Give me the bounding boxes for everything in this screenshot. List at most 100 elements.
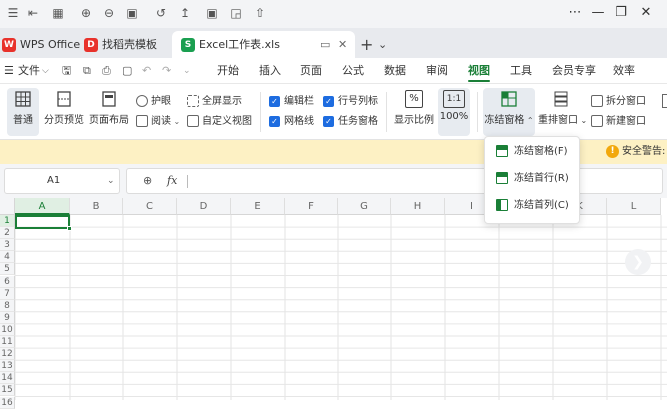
reading-mode-button[interactable]: 阅读 ⌄ — [136, 113, 180, 131]
zoom-100-button[interactable]: 1:1 100% — [438, 88, 470, 136]
row-header-6[interactable]: 6 — [0, 275, 15, 288]
menu-hamburger-icon[interactable]: ☰ — [4, 58, 14, 84]
freeze-first-row-option[interactable]: 冻结首行(R) — [485, 166, 581, 192]
row-header-13[interactable]: 13 — [0, 360, 15, 373]
formula-input[interactable]: ⊕ fx — [126, 168, 663, 194]
task-pane-checkbox[interactable]: ✓ 任务窗格 — [323, 113, 378, 131]
tab-wps-office[interactable]: W WPS Office — [2, 31, 80, 58]
menu-item-insert[interactable]: 插入 — [259, 58, 281, 84]
arrange-windows-button[interactable]: 重排窗口 ⌄ — [538, 88, 587, 136]
edit-bar-checkbox[interactable]: ✓ 编辑栏 — [269, 93, 314, 111]
fill-handle[interactable] — [67, 226, 72, 231]
zoom-out-icon[interactable]: ⊖ — [101, 5, 117, 21]
tab-screen-icon[interactable]: ▭ — [320, 31, 330, 58]
column-header-e[interactable]: E — [231, 198, 285, 215]
screen-icon[interactable]: ▣ — [124, 5, 140, 21]
apps-grid-icon[interactable]: ▦ — [50, 5, 66, 21]
minimize-icon[interactable]: — — [589, 4, 607, 22]
column-header-h[interactable]: H — [391, 198, 445, 215]
fullscreen-button[interactable]: 全屏显示 — [187, 93, 242, 111]
tab-close-icon[interactable]: ✕ — [338, 31, 347, 58]
column-header-c[interactable]: C — [123, 198, 177, 215]
redo-icon[interactable]: ↷ — [162, 58, 171, 84]
menu-item-tools[interactable]: 工具 — [510, 58, 532, 84]
fx-insert-function-icon[interactable]: fx — [167, 169, 177, 193]
menu-item-efficiency[interactable]: 效率 — [613, 58, 635, 84]
quick-access-dropdown-icon[interactable]: ⌄ — [183, 58, 191, 84]
next-arrow-button[interactable]: ❯ — [625, 249, 651, 275]
row-header-4[interactable]: 4 — [0, 251, 15, 264]
row-header-9[interactable]: 9 — [0, 311, 15, 324]
row-header-12[interactable]: 12 — [0, 348, 15, 361]
row-header-10[interactable]: 10 — [0, 323, 15, 336]
more-icon[interactable]: ⋯ — [566, 4, 584, 22]
row-header-15[interactable]: 15 — [0, 384, 15, 397]
spreadsheet-grid[interactable]: ABCDEFGHIJKL 12345678910111213141516 ❯ — [0, 198, 667, 409]
row-header-1[interactable]: 1 — [0, 215, 15, 227]
row-header-2[interactable]: 2 — [0, 227, 15, 240]
row-header-8[interactable]: 8 — [0, 299, 15, 312]
close-icon[interactable]: ✕ — [637, 4, 655, 22]
menu-item-formula[interactable]: 公式 — [342, 58, 364, 84]
undo-icon[interactable]: ↶ — [142, 58, 151, 84]
gridlines-checkbox[interactable]: ✓ 网格线 — [269, 113, 314, 131]
restore-icon[interactable]: ❐ — [612, 4, 630, 22]
file-dropdown-icon[interactable]: ⌵ — [42, 58, 49, 84]
freeze-panes-icon — [501, 91, 517, 107]
zoom-ratio-button[interactable]: % 显示比例 — [394, 88, 434, 136]
normal-view-button[interactable]: 普通 — [7, 88, 39, 136]
zoom-in-icon[interactable]: ⊕ — [78, 5, 94, 21]
column-header-g[interactable]: G — [338, 198, 391, 215]
custom-view-button[interactable]: 自定义视图 — [187, 113, 252, 131]
save-icon[interactable]: 🖫 — [62, 58, 71, 84]
row-header-3[interactable]: 3 — [0, 239, 15, 252]
print-icon[interactable]: ⎙ — [102, 58, 111, 84]
row-header-14[interactable]: 14 — [0, 372, 15, 385]
freeze-panes-option[interactable]: 冻结窗格(F) — [485, 139, 581, 165]
split-window-button[interactable]: 拆分窗口 — [591, 93, 646, 111]
pin-icon[interactable]: ↥ — [177, 5, 193, 21]
zoom-magnifier-icon[interactable]: ⊕ — [143, 169, 152, 193]
row-header-5[interactable]: 5 — [0, 263, 15, 276]
row-col-header-checkbox[interactable]: ✓ 行号列标 — [323, 93, 378, 111]
column-header-l[interactable]: L — [607, 198, 661, 215]
active-cell-a1[interactable] — [15, 215, 70, 229]
tab-template[interactable]: D 找稻壳模板 — [84, 31, 168, 58]
menu-item-home[interactable]: 开始 — [217, 58, 239, 84]
row-header-16[interactable]: 16 — [0, 396, 15, 409]
menu-item-review[interactable]: 审阅 — [426, 58, 448, 84]
menu-item-page[interactable]: 页面 — [300, 58, 322, 84]
capture-icon[interactable]: ◲ — [228, 5, 244, 21]
image-icon[interactable]: ▣ — [204, 5, 220, 21]
menu-item-data[interactable]: 数据 — [384, 58, 406, 84]
export-pdf-icon[interactable]: ⧉ — [83, 58, 91, 84]
tab-excel-file[interactable]: S Excel工作表.xls ▭ ✕ — [172, 31, 355, 58]
eye-protection-button[interactable]: 护眼 — [136, 93, 171, 111]
tab-list-dropdown[interactable]: ⌄ — [378, 31, 387, 58]
more-tools-icon[interactable] — [662, 94, 667, 108]
print-preview-icon[interactable]: ▢ — [122, 58, 132, 84]
rotate-icon[interactable]: ↺ — [153, 5, 169, 21]
page-layout-button[interactable]: 页面布局 — [89, 88, 129, 136]
menu-item-view[interactable]: 视图 — [468, 58, 490, 84]
column-header-b[interactable]: B — [70, 198, 123, 215]
name-box[interactable]: A1 ⌄ — [4, 168, 120, 194]
sidebar-toggle-icon[interactable]: ☰ — [5, 5, 21, 21]
collapse-icon[interactable]: ⇤ — [25, 5, 41, 21]
new-window-button[interactable]: 新建窗口 — [591, 113, 646, 131]
column-header-a[interactable]: A — [15, 198, 70, 215]
new-tab-button[interactable]: + — [360, 31, 373, 58]
name-box-dropdown-icon[interactable]: ⌄ — [107, 169, 115, 193]
menu-item-member[interactable]: 会员专享 — [552, 58, 596, 84]
page-break-preview-button[interactable]: 分页预览 — [44, 88, 84, 136]
freeze-panes-button[interactable]: 冻结窗格 ⌃ — [483, 88, 535, 136]
task-pane-label: 任务窗格 — [338, 116, 378, 127]
export-icon[interactable]: ⇧ — [252, 5, 268, 21]
row-header-11[interactable]: 11 — [0, 336, 15, 348]
column-header-d[interactable]: D — [177, 198, 231, 215]
menu-file[interactable]: 文件 — [18, 58, 40, 84]
column-header-f[interactable]: F — [285, 198, 338, 215]
row-header-7[interactable]: 7 — [0, 287, 15, 300]
select-all-corner[interactable] — [0, 198, 15, 215]
freeze-first-column-option[interactable]: 冻结首列(C) — [485, 193, 581, 219]
